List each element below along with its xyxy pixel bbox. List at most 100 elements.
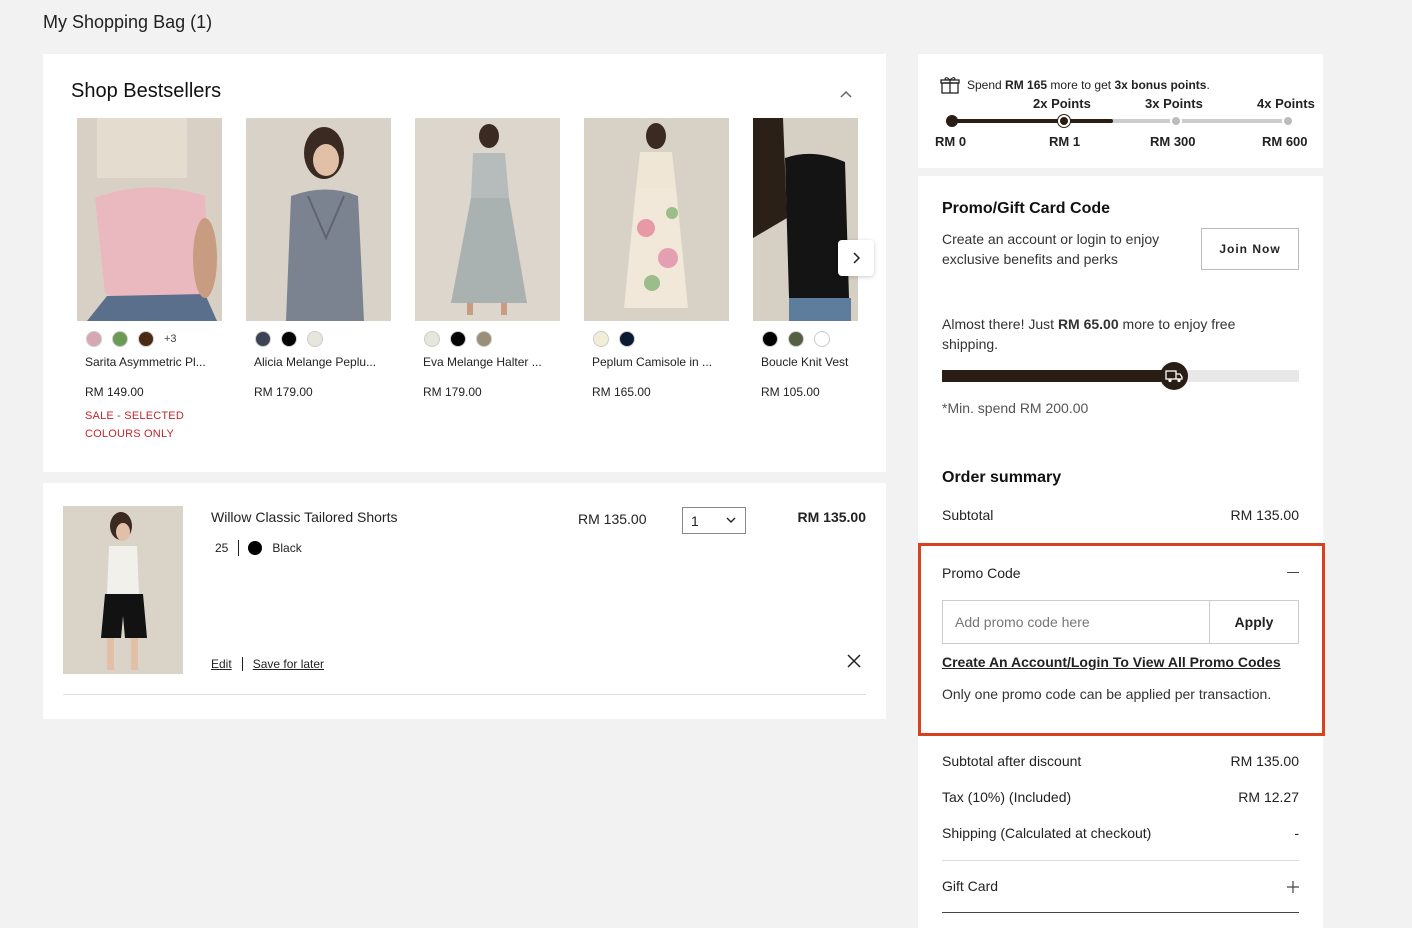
product-carousel: +3 Sarita Asymmetric Pl... RM 149.00 SAL… (77, 118, 858, 458)
carousel-next-button[interactable] (838, 240, 874, 276)
quantity-select[interactable]: 1 (682, 507, 746, 534)
color-swatch[interactable] (788, 331, 804, 347)
shipping-text: shipping. (942, 336, 999, 352)
tax-row: Tax (10%) (Included) RM 12.27 (942, 789, 1299, 805)
sale-text: SALE - SELECTED (85, 410, 184, 422)
unit-price: RM 135.00 (578, 511, 647, 527)
tier-label: 2x Points (1033, 96, 1091, 111)
close-icon[interactable] (846, 653, 862, 669)
shipping-value: - (1294, 825, 1299, 841)
apply-button[interactable]: Apply (1209, 600, 1299, 644)
after-discount-value: RM 135.00 (1230, 753, 1299, 769)
color-swatch[interactable] (450, 331, 466, 347)
promo-code-input[interactable]: Add promo code here (942, 600, 1211, 644)
product-image[interactable] (584, 118, 729, 321)
product-price: RM 179.00 (423, 385, 482, 399)
cart-item-variant: 25 Black (215, 540, 302, 556)
page-title: My Shopping Bag (1) (43, 12, 213, 32)
product-card[interactable]: Eva Melange Halter ... RM 179.00 (415, 118, 560, 399)
promo-note: Only one promo code can be applied per t… (942, 686, 1272, 702)
color-swatch[interactable] (814, 331, 830, 347)
more-colors[interactable]: +3 (164, 333, 177, 345)
product-image[interactable] (415, 118, 560, 321)
product-card[interactable]: +3 Sarita Asymmetric Pl... RM 149.00 SAL… (77, 118, 222, 443)
color-swatches (584, 331, 729, 347)
color-swatch[interactable] (593, 331, 609, 347)
minus-icon[interactable] (1287, 572, 1299, 573)
line-total: RM 135.00 (797, 509, 866, 525)
gift-card-label: Gift Card (942, 878, 999, 894)
shipping-amount: RM 65.00 (1057, 316, 1119, 332)
points-text: . (1206, 78, 1210, 92)
join-now-button[interactable]: Join Now (1201, 228, 1299, 270)
login-promo-link[interactable]: Create An Account/Login To View All Prom… (942, 654, 1281, 670)
after-discount-row: Subtotal after discount RM 135.00 (942, 753, 1299, 769)
chevron-up-icon[interactable] (838, 86, 854, 102)
chevron-down-icon (726, 517, 736, 523)
product-name[interactable]: Boucle Knit Vest (753, 355, 858, 369)
product-price: RM 105.00 (761, 385, 820, 399)
shipping-progress-fill (942, 370, 1175, 382)
product-image[interactable] (77, 118, 222, 321)
color-swatch[interactable] (619, 331, 635, 347)
shipping-label: Shipping (Calculated at checkout) (942, 825, 1152, 841)
product-price: RM 179.00 (254, 385, 313, 399)
size-label: 25 (215, 541, 229, 555)
product-name[interactable]: Eva Melange Halter ... (415, 355, 560, 369)
tick-label: RM 600 (1262, 134, 1308, 149)
points-panel: Spend RM 165 more to get 3x bonus points… (918, 54, 1323, 168)
color-swatch[interactable] (255, 331, 271, 347)
points-amount: RM 165 (1005, 78, 1048, 92)
product-image[interactable] (246, 118, 391, 321)
cart-item-image[interactable] (63, 506, 183, 674)
color-swatches (415, 331, 560, 347)
promo-gift-title: Promo/Gift Card Code (942, 200, 1111, 217)
sale-badge: SALE - SELECTED COLOURS ONLY (77, 407, 222, 443)
product-name[interactable]: Peplum Camisole in ... (584, 355, 729, 369)
tick-label: RM 1 (1049, 134, 1081, 149)
quantity-value: 1 (691, 512, 699, 529)
product-card[interactable]: Alicia Melange Peplu... RM 179.00 (246, 118, 391, 399)
color-swatch[interactable] (424, 331, 440, 347)
summary-panel: Promo/Gift Card Code Create an account o… (918, 176, 1325, 928)
tier-label: 3x Points (1145, 96, 1203, 111)
cart-item-name[interactable]: Willow Classic Tailored Shorts (211, 509, 397, 525)
color-swatch[interactable] (138, 331, 154, 347)
order-summary-title: Order summary (942, 469, 1062, 486)
color-swatch[interactable] (762, 331, 778, 347)
color-swatch[interactable] (112, 331, 128, 347)
color-swatches (246, 331, 391, 347)
edit-link[interactable]: Edit (211, 657, 232, 671)
subtotal-row: Subtotal RM 135.00 (942, 507, 1299, 523)
product-card[interactable]: Peplum Camisole in ... RM 165.00 (584, 118, 729, 399)
chevron-right-icon (853, 252, 861, 264)
promo-code-label: Promo Code (942, 565, 1021, 581)
tax-value: RM 12.27 (1238, 789, 1299, 805)
gift-card-row[interactable]: Gift Card (942, 878, 1299, 894)
min-spend-note: *Min. spend RM 200.00 (942, 400, 1089, 416)
tier-label: 4x Points (1257, 96, 1315, 111)
color-swatch[interactable] (307, 331, 323, 347)
color-swatch[interactable] (476, 331, 492, 347)
bestsellers-title: Shop Bestsellers (71, 80, 222, 102)
product-image[interactable] (753, 118, 858, 321)
color-swatch[interactable] (86, 331, 102, 347)
lock-icon (1170, 115, 1182, 127)
lock-icon (1282, 115, 1294, 127)
tick-label: RM 0 (935, 134, 967, 149)
after-discount-label: Subtotal after discount (942, 753, 1082, 769)
check-icon (1058, 115, 1070, 127)
product-name[interactable]: Alicia Melange Peplu... (246, 355, 391, 369)
tick-label: RM 300 (1150, 134, 1196, 149)
save-for-later-link[interactable]: Save for later (253, 657, 324, 671)
promo-gift-text: exclusive benefits and perks (942, 251, 1118, 267)
product-name[interactable]: Sarita Asymmetric Pl... (77, 355, 222, 369)
product-price: RM 149.00 (85, 385, 144, 399)
divider (942, 912, 1299, 913)
plus-icon[interactable] (1287, 881, 1299, 893)
promo-code-section: Promo Code Add promo code here Apply Cre… (918, 543, 1325, 736)
cart-item-panel: Willow Classic Tailored Shorts 25 Black … (43, 483, 886, 719)
points-progress-fill (952, 119, 1114, 123)
color-swatch[interactable] (281, 331, 297, 347)
gift-icon (940, 77, 960, 94)
